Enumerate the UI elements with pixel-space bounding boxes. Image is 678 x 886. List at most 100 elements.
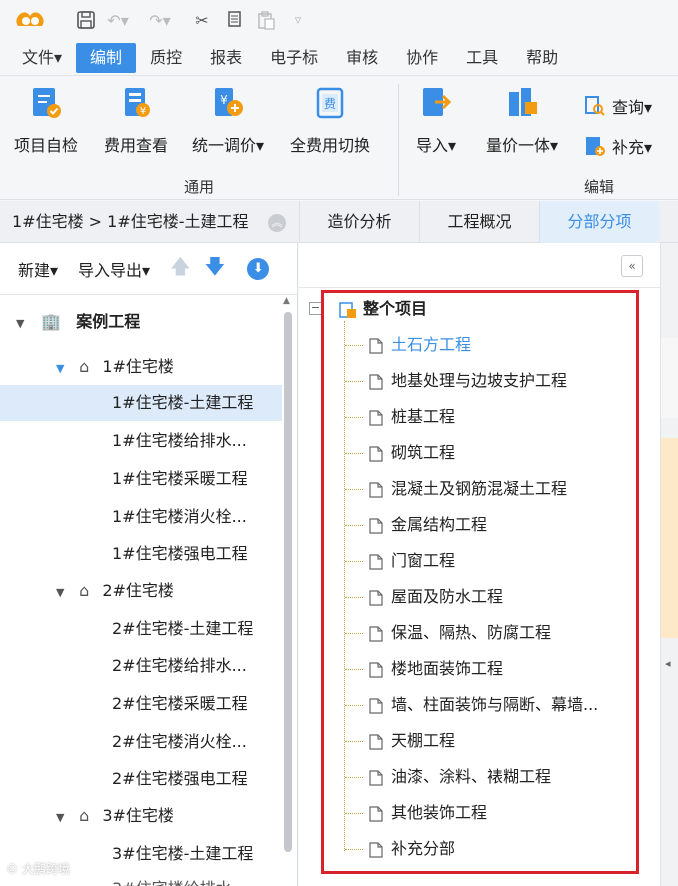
menu-ebid[interactable]: 电子标 (256, 43, 332, 73)
menu-edit[interactable]: 编制 (76, 42, 137, 73)
house-icon: ⌂ (79, 357, 90, 376)
full-cost-switch-label: 全费用切换 (290, 136, 371, 155)
collapse-triangle-icon[interactable]: ▼ (16, 306, 30, 342)
group-label-general: 通用 (184, 178, 215, 196)
full-cost-switch-button[interactable]: 费 全费用切换 (290, 86, 370, 156)
menu-tools[interactable]: 工具 (452, 43, 512, 73)
menu-file[interactable]: 文件▾ (8, 43, 76, 73)
cost-view-button[interactable]: ¥ 费用查看 (104, 86, 168, 156)
scroll-up-icon[interactable]: ▲ (283, 296, 290, 306)
watermark: © 大鹏跨境 (6, 862, 70, 876)
edge-block (661, 338, 678, 418)
building-icon: 🏢 (41, 312, 62, 331)
menu-report[interactable]: 报表 (196, 43, 256, 73)
tree-item[interactable]: 2#住宅楼给排水... (112, 648, 247, 684)
tab-project-overview[interactable]: 工程概况 (419, 201, 539, 243)
cut-icon[interactable]: ✂ (190, 8, 214, 32)
app-window: ↶▾ ↷▾ ✂ ▿ 文件▾ 编制 质控 报表 电子标 审核 协作 工具 帮助 项… (0, 0, 678, 886)
supplement-label: 补充▾ (612, 138, 653, 157)
tree-item[interactable]: 3#住宅楼-土建工程 (112, 836, 253, 872)
self-check-icon (33, 88, 61, 118)
building-name: 1#住宅楼 (102, 357, 174, 376)
unit-price-icon (509, 88, 538, 116)
tree-item[interactable]: 1#住宅楼消火栓... (112, 499, 247, 535)
import-export-button[interactable]: 导入导出▾ (78, 257, 150, 281)
tree-item[interactable]: 1#住宅楼给排水... (112, 423, 247, 459)
supplement-button[interactable]: 补充▾ (584, 134, 652, 158)
logo-icon (16, 12, 44, 26)
menu-bar: 文件▾ 编制 质控 报表 电子标 审核 协作 工具 帮助 (0, 40, 678, 76)
undo-icon[interactable]: ↶▾ (106, 8, 130, 32)
tree-building[interactable]: ▼ ⌂ 3#住宅楼 (56, 798, 174, 834)
left-scrollbar[interactable]: ▲ (282, 296, 294, 886)
tree-item[interactable]: 1#住宅楼采暖工程 (112, 461, 248, 497)
import-label: 导入▾ (416, 136, 457, 155)
tree-root[interactable]: ▼ 🏢 案例工程 (16, 304, 140, 340)
tab-cost-analysis[interactable]: 造价分析 (299, 201, 419, 243)
cost-view-label: 费用查看 (104, 136, 169, 155)
menu-collab[interactable]: 协作 (392, 43, 452, 73)
full-cost-switch-icon: 费 (316, 87, 344, 119)
collapse-triangle-icon[interactable]: ▼ (56, 351, 70, 387)
ribbon-separator (398, 84, 399, 196)
house-icon: ⌂ (79, 581, 90, 600)
building-name: 3#住宅楼 (102, 806, 174, 825)
scrollbar-thumb[interactable] (284, 312, 292, 852)
move-down-icon[interactable]: 🡇 (205, 252, 226, 286)
unified-price-adjust-button[interactable]: ¥ 统一调价▾ (192, 86, 264, 156)
project-self-check-label: 项目自检 (14, 136, 79, 155)
menu-help[interactable]: 帮助 (512, 43, 572, 73)
import-icon (423, 88, 452, 116)
tree-item[interactable]: 2#住宅楼-土建工程 (112, 611, 253, 647)
new-button[interactable]: 新建▾ (18, 257, 58, 281)
tree-item[interactable]: 2#住宅楼消火栓... (112, 724, 247, 760)
tree-item-selected[interactable]: 1#住宅楼-土建工程 (0, 385, 282, 421)
unified-price-adjust-label: 统一调价▾ (192, 136, 265, 155)
supplement-icon (586, 137, 605, 156)
house-icon: ⌂ (79, 806, 90, 825)
save-icon[interactable] (74, 8, 98, 32)
copy-icon[interactable] (222, 8, 246, 32)
scroll-left-icon[interactable]: ◂ (665, 657, 671, 670)
root-project-name: 案例工程 (76, 312, 141, 331)
svg-text:¥: ¥ (220, 93, 228, 107)
tree-item[interactable]: 2#住宅楼采暖工程 (112, 686, 248, 722)
query-button[interactable]: 查询▾ (584, 94, 652, 118)
tree-building[interactable]: ▼ ⌂ 2#住宅楼 (56, 573, 174, 609)
collapse-triangle-icon[interactable]: ▼ (56, 800, 70, 836)
query-label: 查询▾ (612, 98, 653, 117)
section-tree-panel: « − 整个项目 土石方工程 地基处理与边坡支护工程 桩基工程 砌筑工程 混凝土及钢筋混… (299, 243, 678, 886)
building-name: 2#住宅楼 (102, 581, 174, 600)
tree-building[interactable]: ▼ ⌂ 1#住宅楼 (56, 349, 174, 385)
highlight-box (321, 290, 639, 874)
collapse-triangle-icon[interactable]: ▼ (56, 575, 70, 611)
edge-block (661, 438, 678, 638)
unit-price-integration-button[interactable]: 量价一体▾ (486, 86, 558, 156)
move-up-icon[interactable]: 🡅 (170, 252, 191, 286)
collapse-panel-icon[interactable]: « (621, 255, 643, 277)
group-label-edit: 编辑 (584, 178, 615, 196)
svg-text:费: 费 (324, 97, 336, 111)
project-self-check-button[interactable]: 项目自检 (14, 86, 78, 156)
tree-item[interactable]: 3#住宅楼给排水... (112, 871, 247, 886)
menu-quality[interactable]: 质控 (136, 43, 196, 73)
right-scroll-edge: ◂ (660, 243, 678, 886)
redo-icon[interactable]: ↷▾ (148, 8, 172, 32)
tree-item[interactable]: 2#住宅楼强电工程 (112, 761, 248, 797)
paste-icon[interactable] (254, 8, 278, 32)
svg-text:¥: ¥ (140, 106, 146, 117)
menu-review[interactable]: 审核 (332, 43, 392, 73)
tab-row: 1#住宅楼 > 1#住宅楼-土建工程 ︽ 造价分析 工程概况 分部分项 (0, 201, 678, 243)
tab-sections[interactable]: 分部分项 (539, 201, 659, 243)
collapse-left-icon[interactable]: ︽ (268, 214, 286, 232)
tree-item[interactable]: 1#住宅楼强电工程 (112, 536, 248, 572)
project-tree-panel: 新建▾ 导入导出▾ 🡅 🡇 ⬇ ▼ 🏢 案例工程 ▼ ⌂ 1#住宅楼 1#住宅楼… (0, 243, 298, 886)
breadcrumb: 1#住宅楼 > 1#住宅楼-土建工程 (12, 212, 249, 231)
query-icon (585, 96, 605, 116)
import-button[interactable]: 导入▾ (416, 86, 456, 156)
customize-icon[interactable]: ▿ (286, 8, 310, 32)
price-adjust-icon: ¥ (215, 88, 244, 116)
title-bar: ↶▾ ↷▾ ✂ ▿ (0, 0, 678, 40)
ribbon: 项目自检 ¥ 费用查看 ¥ 统一调价▾ 费 全费用切换 通用 导入▾ 量价一体▾… (0, 76, 678, 200)
download-icon[interactable]: ⬇ (247, 257, 270, 280)
